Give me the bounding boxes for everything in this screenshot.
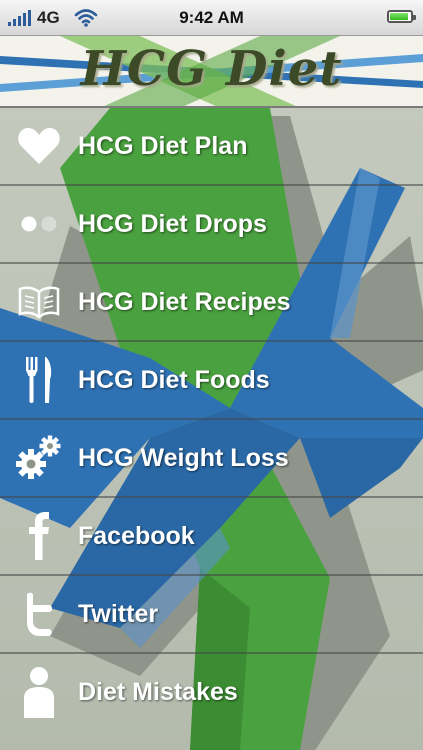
main-menu: HCG Diet Plan HCG Diet Drops HCG Diet Re…	[0, 108, 423, 730]
menu-item-label: HCG Diet Drops	[78, 209, 267, 238]
menu-item-label: HCG Weight Loss	[78, 443, 289, 472]
status-bar: 4G 9:42 AM	[0, 0, 423, 36]
battery-icon	[387, 10, 416, 23]
drops-icon	[0, 186, 78, 262]
facebook-icon	[0, 498, 78, 574]
menu-item-label: Twitter	[78, 599, 159, 628]
menu-item-label: HCG Diet Plan	[78, 131, 248, 160]
menu-item-diet-mistakes[interactable]: Diet Mistakes	[0, 654, 423, 730]
app-screen: 4G 9:42 AM HCG Diet HCG Diet Plan HCG Di…	[0, 0, 423, 750]
menu-item-label: HCG Diet Recipes	[78, 287, 291, 316]
battery-level-fill	[390, 13, 408, 20]
menu-item-facebook[interactable]: Facebook	[0, 498, 423, 576]
app-header: HCG Diet	[0, 36, 423, 108]
wifi-icon	[74, 8, 97, 27]
menu-item-hcg-diet-recipes[interactable]: HCG Diet Recipes	[0, 264, 423, 342]
menu-item-hcg-diet-foods[interactable]: HCG Diet Foods	[0, 342, 423, 420]
twitter-icon	[0, 576, 78, 652]
book-icon	[0, 264, 78, 340]
menu-item-label: Diet Mistakes	[78, 677, 238, 706]
fork-knife-icon	[0, 342, 78, 418]
person-icon	[0, 654, 78, 730]
menu-item-hcg-diet-plan[interactable]: HCG Diet Plan	[0, 108, 423, 186]
menu-item-hcg-weight-loss[interactable]: HCG Weight Loss	[0, 420, 423, 498]
app-title: HCG Diet	[80, 41, 343, 97]
gears-icon	[0, 420, 78, 496]
menu-item-twitter[interactable]: Twitter	[0, 576, 423, 654]
status-time: 9:42 AM	[179, 7, 244, 27]
heart-icon	[0, 108, 78, 184]
signal-strength-icon	[8, 9, 31, 26]
carrier-label: 4G	[37, 7, 60, 27]
menu-item-hcg-diet-drops[interactable]: HCG Diet Drops	[0, 186, 423, 264]
menu-item-label: Facebook	[78, 521, 195, 550]
menu-item-label: HCG Diet Foods	[78, 365, 270, 394]
